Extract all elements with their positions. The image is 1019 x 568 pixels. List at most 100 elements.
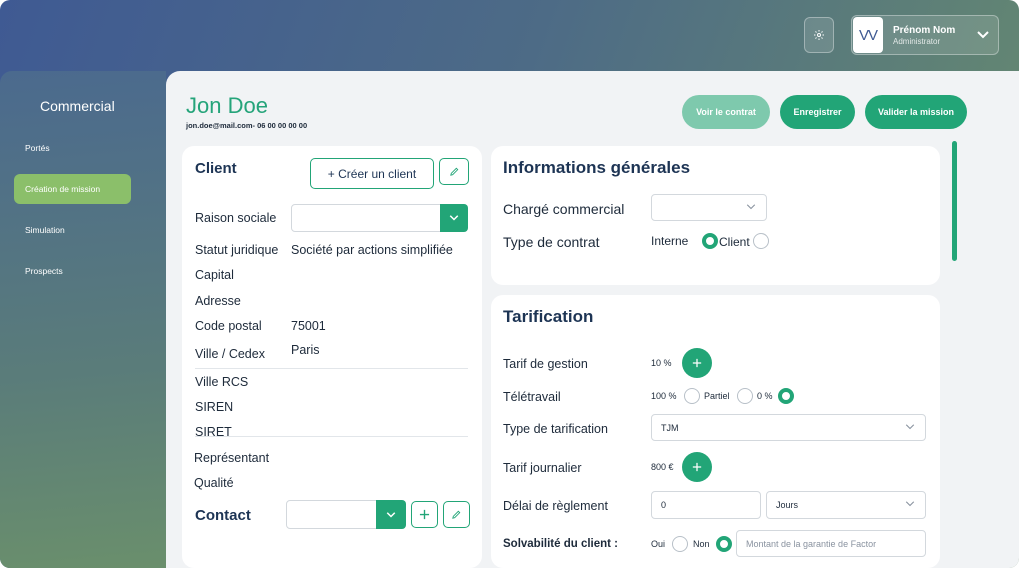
code-postal-value: 75001 <box>291 319 326 333</box>
type-tarification-label: Type de tarification <box>503 422 608 436</box>
avatar: VV <box>853 17 883 53</box>
capital-label: Capital <box>195 268 234 282</box>
view-contract-button[interactable]: Voir le contrat <box>682 95 770 129</box>
delai-reglement-input[interactable]: 0 <box>651 491 761 519</box>
type-tarification-select[interactable]: TJM <box>651 414 926 441</box>
teletravail-label: Télétravail <box>503 390 561 404</box>
type-tarification-value: TJM <box>661 422 679 433</box>
app-frame: VV Prénom Nom Administrator Commercial P… <box>0 0 1019 568</box>
delai-unit-select[interactable]: Jours <box>766 491 926 519</box>
radio-client[interactable] <box>753 233 769 249</box>
tele-100-label: 100 % <box>651 391 677 401</box>
sidebar: Commercial Portés Création de mission Si… <box>0 71 166 568</box>
statut-juridique-value: Société par actions simplifiée <box>291 243 453 257</box>
sidebar-item-label: Prospects <box>25 266 63 276</box>
client-card: Client + Créer un client Raison sociale … <box>182 146 482 568</box>
client-title: Client <box>195 160 237 177</box>
user-menu[interactable]: VV Prénom Nom Administrator <box>851 15 999 55</box>
tarification-title: Tarification <box>503 307 594 326</box>
ville-value: Paris <box>291 343 320 357</box>
general-info-title: Informations générales <box>503 158 691 177</box>
garantie-placeholder: Montant de la garantie de Factor <box>746 538 877 549</box>
user-name: Prénom Nom <box>893 24 956 36</box>
sidebar-item-portes[interactable]: Portés <box>14 133 131 163</box>
sidebar-item-creation-mission[interactable]: Création de mission <box>14 174 131 204</box>
main-content: Jon Doe jon.doe@mail.com- 06 00 00 00 00… <box>166 71 1019 568</box>
oui-label: Oui <box>651 539 666 549</box>
ville-rcs-label: Ville RCS <box>195 375 249 389</box>
option-client-label: Client <box>719 235 750 249</box>
tele-0-label: 0 % <box>757 391 773 401</box>
type-contrat-label: Type de contrat <box>503 234 600 250</box>
delai-unit-value: Jours <box>776 500 799 510</box>
contact-input[interactable] <box>286 500 378 529</box>
siren-label: SIREN <box>195 400 234 414</box>
chevron-down-icon <box>449 215 459 221</box>
tarif-gestion-label: Tarif de gestion <box>503 357 588 371</box>
raison-sociale-label: Raison sociale <box>195 211 277 225</box>
add-contact-button[interactable] <box>411 501 438 528</box>
non-label: Non <box>693 539 710 549</box>
sidebar-item-simulation[interactable]: Simulation <box>14 215 131 245</box>
statut-juridique-label: Statut juridique <box>195 243 279 257</box>
chevron-down-icon <box>977 31 989 39</box>
divider <box>195 368 468 369</box>
sidebar-item-prospects[interactable]: Prospects <box>14 256 131 286</box>
plus-icon <box>692 462 702 472</box>
qualite-label: Qualité <box>194 476 234 490</box>
radio-tele-0[interactable] <box>778 388 794 404</box>
tarif-journalier-label: Tarif journalier <box>503 461 582 475</box>
validate-mission-button[interactable]: Valider la mission <box>865 95 967 129</box>
edit-client-button[interactable] <box>439 158 469 185</box>
pencil-icon <box>452 510 461 519</box>
contact-title: Contact <box>195 507 251 524</box>
person-contact: jon.doe@mail.com- 06 00 00 00 00 <box>186 121 308 130</box>
add-tarif-journalier-button[interactable] <box>682 452 712 482</box>
charge-commercial-select[interactable] <box>651 194 767 221</box>
delai-reglement-label: Délai de règlement <box>503 499 608 513</box>
sidebar-title: Commercial <box>40 98 115 114</box>
chevron-down-icon <box>905 501 915 507</box>
garantie-factor-input[interactable]: Montant de la garantie de Factor <box>736 530 926 557</box>
user-role: Administrator <box>893 36 941 46</box>
raison-sociale-input[interactable] <box>291 204 441 232</box>
sidebar-item-label: Portés <box>25 143 50 153</box>
gear-icon <box>814 30 824 40</box>
chevron-down-icon <box>905 423 915 429</box>
radio-tele-100[interactable] <box>684 388 700 404</box>
charge-commercial-label: Chargé commercial <box>503 201 625 217</box>
scrollbar[interactable] <box>952 141 957 261</box>
sidebar-item-label: Simulation <box>25 225 65 235</box>
tele-partiel-label: Partiel <box>704 391 730 401</box>
radio-tele-partiel[interactable] <box>737 388 753 404</box>
general-info-card: Informations générales Chargé commercial… <box>491 146 940 285</box>
tarif-gestion-value: 10 % <box>651 358 672 368</box>
contact-dropdown[interactable] <box>376 500 406 529</box>
add-tarif-gestion-button[interactable] <box>682 348 712 378</box>
settings-button[interactable] <box>804 17 834 53</box>
solvabilite-label: Solvabilité du client : <box>503 538 619 550</box>
plus-icon <box>692 358 702 368</box>
option-interne-label: Interne <box>651 234 689 248</box>
radio-oui[interactable] <box>672 536 688 552</box>
raison-sociale-dropdown[interactable] <box>440 204 468 232</box>
divider <box>195 436 468 437</box>
radio-non[interactable] <box>716 536 732 552</box>
plus-icon <box>419 509 430 520</box>
code-postal-label: Code postal <box>195 319 262 333</box>
ville-label: Ville / Cedex <box>195 347 265 361</box>
edit-contact-button[interactable] <box>443 501 470 528</box>
radio-interne[interactable] <box>702 233 718 249</box>
tarification-card: Tarification Tarif de gestion 10 % Télét… <box>491 295 940 568</box>
delai-value: 0 <box>661 500 667 510</box>
page-title: Jon Doe <box>186 93 268 118</box>
adresse-label: Adresse <box>195 294 241 308</box>
create-client-button[interactable]: + Créer un client <box>310 158 434 189</box>
representant-label: Représentant <box>194 451 270 465</box>
sidebar-item-label: Création de mission <box>25 184 101 194</box>
pencil-icon <box>449 167 458 176</box>
save-button[interactable]: Enregistrer <box>780 95 855 129</box>
chevron-down-icon <box>746 203 756 209</box>
chevron-down-icon <box>386 511 396 518</box>
tarif-journalier-value: 800 € <box>651 462 674 472</box>
